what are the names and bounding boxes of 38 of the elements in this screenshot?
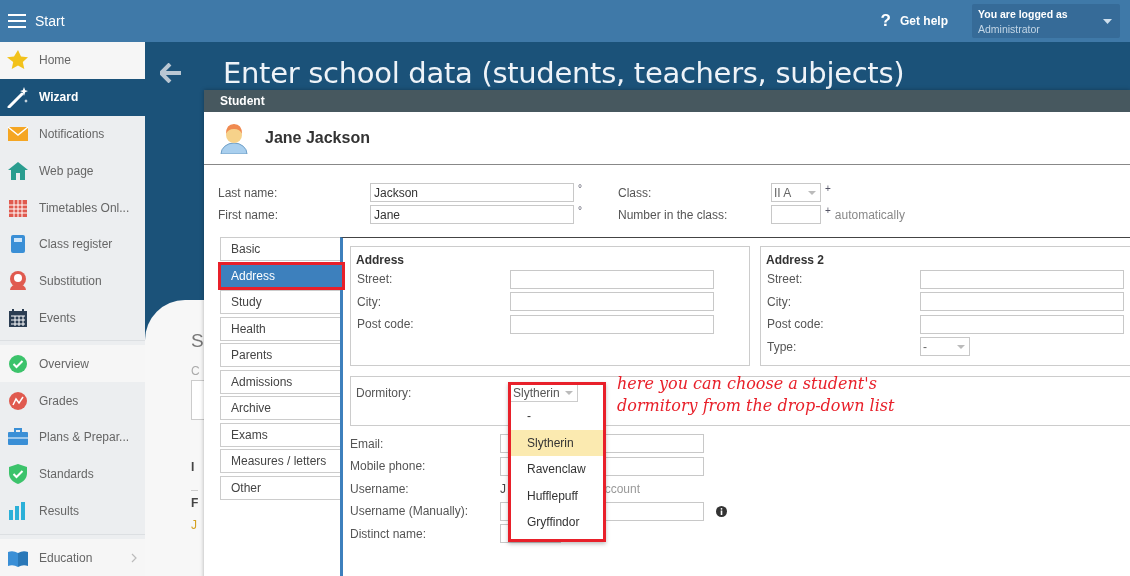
group-title: Address 2 bbox=[766, 253, 826, 267]
field-label: Post code: bbox=[356, 317, 415, 331]
dialog-title: Student bbox=[204, 90, 1130, 112]
field-label: C bbox=[191, 364, 200, 378]
field-label: Number in the class: bbox=[618, 207, 729, 222]
field-label: City: bbox=[356, 294, 382, 309]
required-mark: + bbox=[825, 205, 831, 216]
user-name: Administrator bbox=[978, 22, 1041, 35]
table-cell: J bbox=[191, 518, 197, 532]
required-mark: ° bbox=[578, 183, 582, 194]
field-label: First name: bbox=[218, 207, 279, 222]
required-mark: ° bbox=[578, 205, 582, 216]
field-label: Street: bbox=[766, 272, 804, 286]
field-label: Street: bbox=[356, 272, 394, 286]
field-label: Mobile phone: bbox=[350, 459, 427, 473]
field-label: Email: bbox=[350, 436, 385, 451]
table-header: F bbox=[191, 490, 199, 510]
hint-text: automatically bbox=[834, 207, 905, 222]
field-label: Last name: bbox=[218, 185, 279, 200]
section-heading: S bbox=[191, 330, 204, 352]
field-label: Class: bbox=[618, 185, 653, 200]
field-value: J bbox=[500, 481, 506, 496]
field-label: Post code: bbox=[766, 317, 825, 331]
section-title: I bbox=[191, 460, 195, 474]
field-label: Distinct name: bbox=[350, 526, 428, 541]
student-name: Jane Jackson bbox=[265, 129, 370, 147]
field-label: City: bbox=[766, 294, 792, 309]
field-label: Username (Manually): bbox=[350, 504, 470, 518]
field-value: ccount bbox=[604, 481, 641, 496]
group-title: Address bbox=[356, 253, 406, 267]
annotation-text: here you can choose a student's bbox=[617, 373, 878, 395]
annotation-text: dormitory from the drop-down list bbox=[617, 395, 895, 417]
field-label: Username: bbox=[350, 481, 410, 496]
login-caption: You are logged as bbox=[978, 7, 1068, 20]
field-label: Type: bbox=[766, 339, 798, 354]
page-title: Enter school data (students, teachers, subjects) bbox=[223, 56, 905, 90]
required-mark: + bbox=[825, 183, 831, 194]
field-label: Dormitory: bbox=[356, 385, 413, 402]
